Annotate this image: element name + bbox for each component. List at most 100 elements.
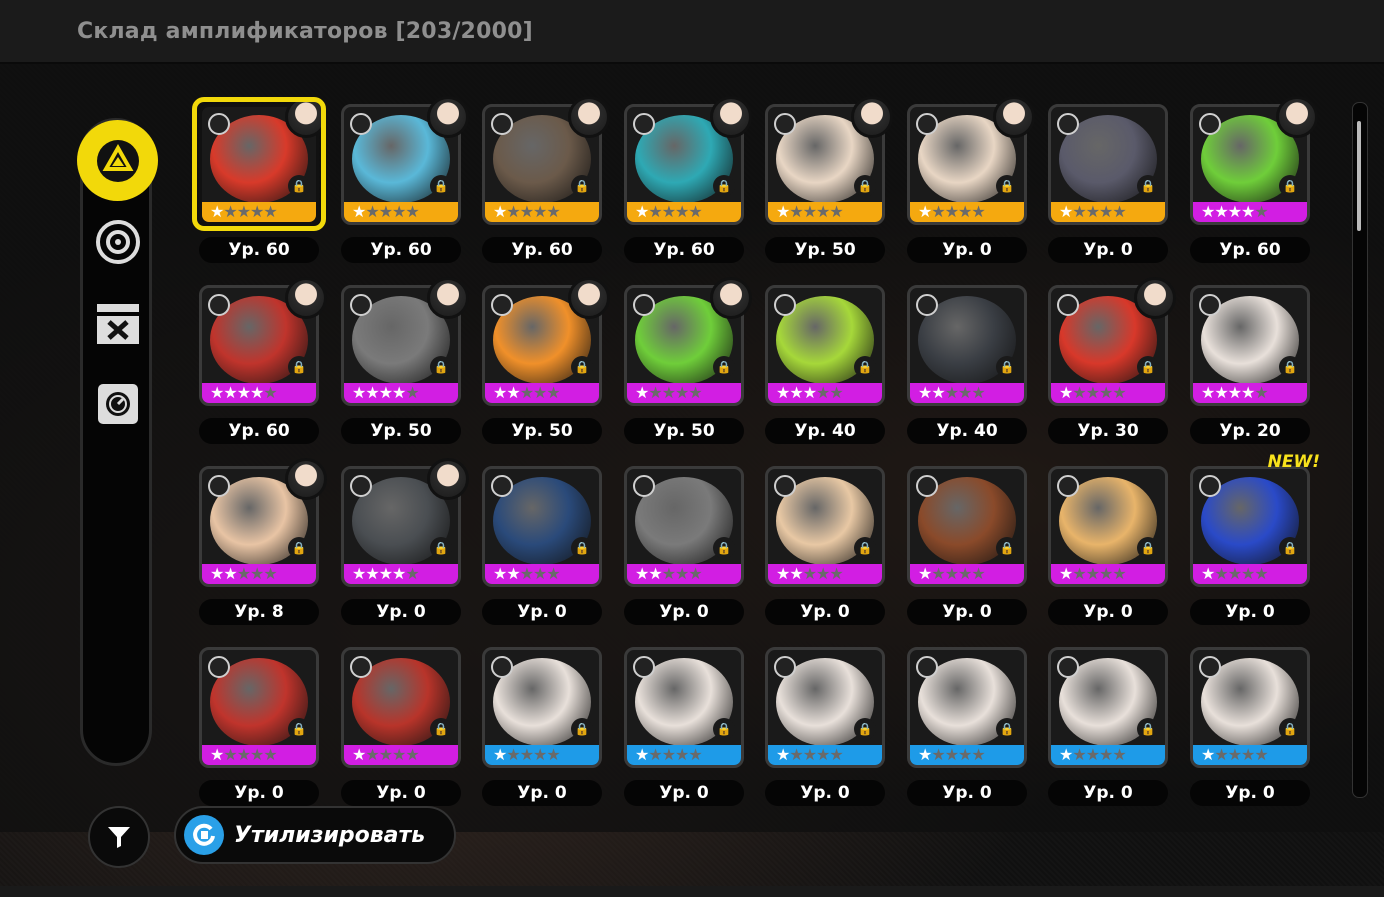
lock-icon[interactable]: 🔒: [288, 356, 310, 378]
rarity-bar: ★★★★★: [344, 383, 458, 403]
star-filled-icon: ★: [635, 745, 649, 764]
star-empty-icon: ★: [648, 383, 662, 402]
rarity-bar: ★★★★★: [485, 564, 599, 584]
lock-icon[interactable]: 🔒: [996, 537, 1018, 559]
lock-icon[interactable]: 🔒: [713, 356, 735, 378]
lock-icon[interactable]: 🔒: [1137, 718, 1159, 740]
equipped-agent-avatar: [568, 277, 610, 319]
star-empty-icon: ★: [829, 202, 843, 221]
level-label: Ур. 0: [624, 780, 744, 806]
lock-icon[interactable]: 🔒: [571, 537, 593, 559]
level-label: Ур. 50: [341, 418, 461, 444]
filter-button[interactable]: [88, 806, 150, 868]
star-empty-icon: ★: [958, 564, 972, 583]
star-empty-icon: ★: [519, 383, 534, 402]
star-empty-icon: ★: [1099, 383, 1113, 402]
equipped-agent-avatar: [993, 96, 1035, 138]
sidebar-item-safe[interactable]: [94, 380, 142, 428]
lock-icon[interactable]: 🔒: [996, 718, 1018, 740]
lock-icon[interactable]: 🔒: [996, 356, 1018, 378]
rarity-bar: ★★★★★: [910, 383, 1024, 403]
lock-icon[interactable]: 🔒: [996, 175, 1018, 197]
attribute-icon: [350, 294, 372, 316]
star-empty-icon: ★: [1112, 202, 1126, 221]
disk-icon: [96, 220, 140, 264]
lock-icon[interactable]: 🔒: [571, 356, 593, 378]
lock-icon[interactable]: 🔒: [854, 175, 876, 197]
attribute-icon: [633, 475, 655, 497]
star-filled-icon: ★: [223, 564, 237, 583]
lock-icon[interactable]: 🔒: [571, 718, 593, 740]
dismantle-button[interactable]: Утилизировать: [174, 806, 456, 864]
lock-icon[interactable]: 🔒: [430, 718, 452, 740]
star-filled-icon: ★: [918, 383, 932, 402]
rarity-bar: ★★★★★: [344, 202, 458, 222]
lock-icon[interactable]: 🔒: [1279, 175, 1301, 197]
lock-icon[interactable]: 🔒: [1279, 718, 1301, 740]
star-empty-icon: ★: [675, 745, 689, 764]
star-empty-icon: ★: [1085, 383, 1100, 402]
scrollbar-thumb[interactable]: [1357, 121, 1361, 231]
level-label: Ур. 0: [341, 780, 461, 806]
inventory-scrollbar[interactable]: [1352, 102, 1368, 798]
star-empty-icon: ★: [405, 745, 419, 764]
star-empty-icon: ★: [688, 564, 702, 583]
star-rating: ★★★★★: [1201, 202, 1269, 221]
star-filled-icon: ★: [365, 564, 379, 583]
star-empty-icon: ★: [931, 564, 945, 583]
lock-icon[interactable]: 🔒: [1279, 537, 1301, 559]
star-filled-icon: ★: [378, 564, 393, 583]
attribute-icon: [916, 113, 938, 135]
lock-icon[interactable]: 🔒: [1279, 356, 1301, 378]
star-filled-icon: ★: [1201, 564, 1215, 583]
star-empty-icon: ★: [816, 564, 830, 583]
lock-icon[interactable]: 🔒: [430, 537, 452, 559]
star-empty-icon: ★: [519, 202, 534, 221]
attribute-icon: [208, 656, 230, 678]
star-empty-icon: ★: [250, 745, 264, 764]
lock-icon[interactable]: 🔒: [288, 537, 310, 559]
rarity-bar: ★★★★★: [485, 202, 599, 222]
star-empty-icon: ★: [661, 383, 676, 402]
lock-icon[interactable]: 🔒: [854, 537, 876, 559]
rarity-bar: ★★★★★: [1051, 202, 1165, 222]
star-filled-icon: ★: [1241, 202, 1255, 221]
lock-icon[interactable]: 🔒: [571, 175, 593, 197]
sidebar-item-disk[interactable]: [94, 218, 142, 266]
star-filled-icon: ★: [210, 383, 224, 402]
rarity-bar: ★★★★★: [627, 202, 741, 222]
sidebar-item-dismantle[interactable]: [94, 300, 142, 348]
amplifier-grid: 🔒 ★★★★★ Ур. 60 🔒 ★★★★★ Ур. 60 🔒 ★★★★★ Ур. 60 🔒 ★★★…: [192, 95, 1325, 806]
star-filled-icon: ★: [918, 564, 932, 583]
lock-icon[interactable]: 🔒: [1137, 175, 1159, 197]
lock-icon[interactable]: 🔒: [713, 537, 735, 559]
star-filled-icon: ★: [1227, 202, 1242, 221]
lock-icon[interactable]: 🔒: [288, 718, 310, 740]
star-filled-icon: ★: [776, 383, 790, 402]
star-rating: ★★★★★: [352, 564, 420, 583]
star-filled-icon: ★: [802, 383, 817, 402]
lock-icon[interactable]: 🔒: [430, 175, 452, 197]
star-rating: ★★★★★: [776, 202, 844, 221]
star-empty-icon: ★: [802, 564, 817, 583]
lock-icon[interactable]: 🔒: [713, 175, 735, 197]
level-label: Ур. 60: [199, 418, 319, 444]
star-filled-icon: ★: [789, 564, 803, 583]
sidebar-item-amplifier[interactable]: [77, 120, 158, 201]
star-empty-icon: ★: [1214, 564, 1228, 583]
star-empty-icon: ★: [675, 564, 689, 583]
star-empty-icon: ★: [816, 745, 830, 764]
lock-icon[interactable]: 🔒: [713, 718, 735, 740]
star-rating: ★★★★★: [776, 383, 844, 402]
star-empty-icon: ★: [519, 745, 534, 764]
lock-icon[interactable]: 🔒: [854, 356, 876, 378]
lock-icon[interactable]: 🔒: [854, 718, 876, 740]
equipped-agent-avatar: [1276, 96, 1318, 138]
page-title: Склад амплификаторов [203/2000]: [77, 19, 533, 44]
rarity-bar: ★★★★★: [1051, 564, 1165, 584]
equipped-agent-avatar: [710, 96, 752, 138]
lock-icon[interactable]: 🔒: [430, 356, 452, 378]
lock-icon[interactable]: 🔒: [1137, 356, 1159, 378]
attribute-icon: [916, 475, 938, 497]
lock-icon[interactable]: 🔒: [1137, 537, 1159, 559]
